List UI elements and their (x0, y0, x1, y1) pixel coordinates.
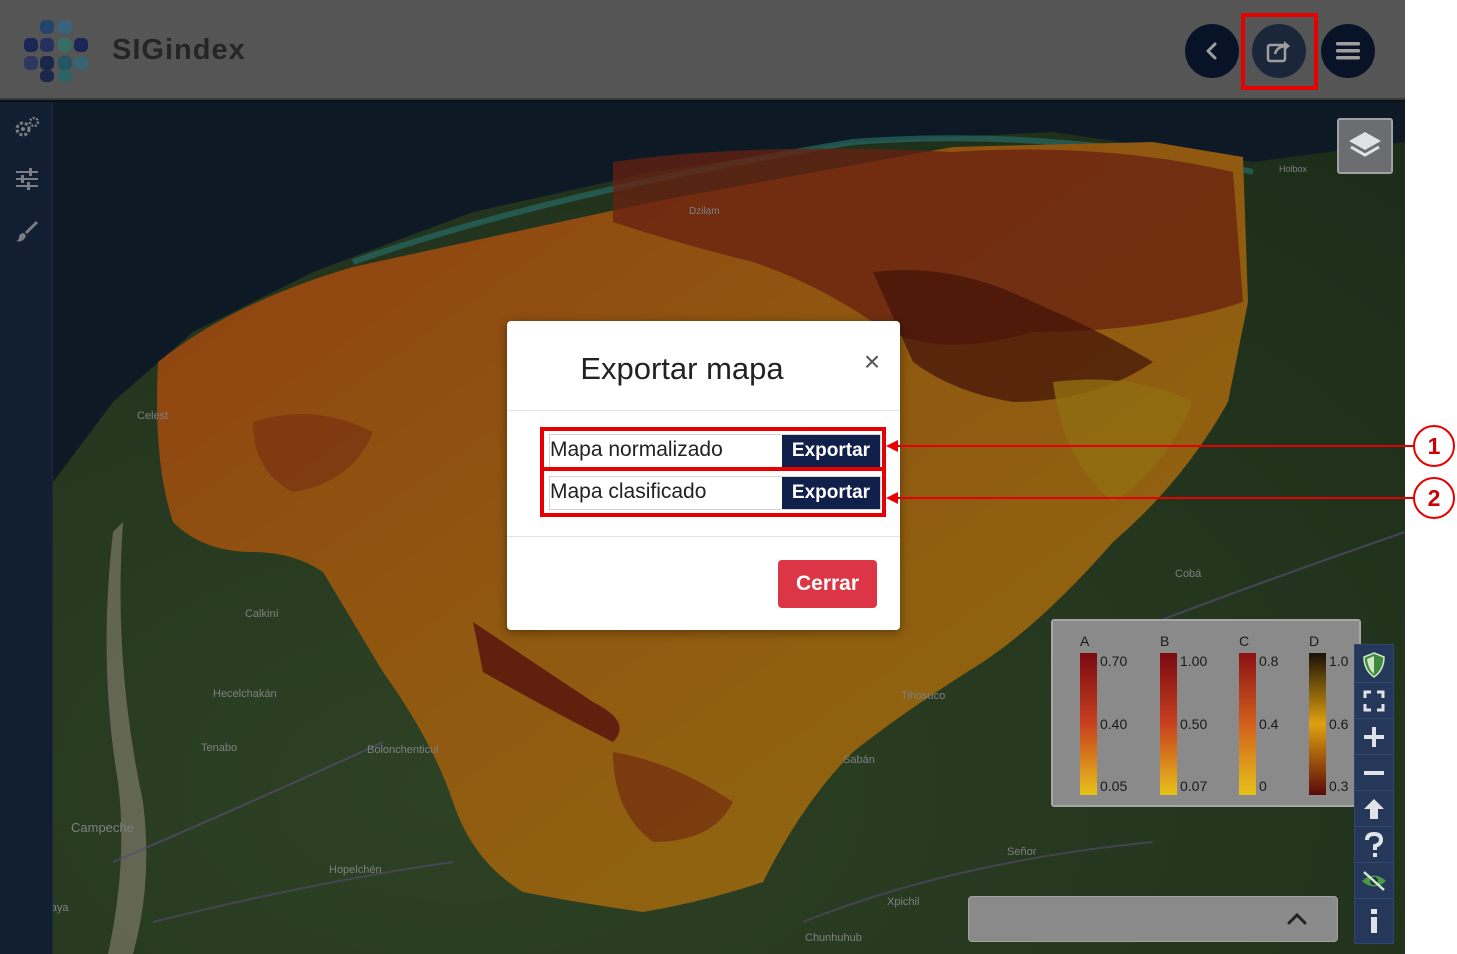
eye-slash-icon (1362, 870, 1386, 891)
style-tool-button[interactable] (12, 216, 42, 246)
layers-button[interactable] (1337, 118, 1393, 174)
legend-min: 0.05 (1100, 778, 1128, 794)
legend-gradient-bar (1080, 653, 1097, 795)
paintbrush-icon (16, 221, 38, 242)
dialog-divider (507, 410, 900, 411)
close-dialog-button[interactable]: Cerrar (778, 560, 877, 608)
callout-line-1 (896, 445, 1414, 447)
place-label-xpichil: Xpichil (887, 896, 920, 908)
minus-icon (1364, 770, 1384, 775)
callout-line-2 (896, 497, 1414, 499)
legend-column-c: C 0.8 0.4 0 (1239, 633, 1299, 798)
question-icon (1365, 831, 1384, 857)
legend-max: 1.00 (1180, 653, 1208, 669)
info-icon (1371, 909, 1377, 933)
place-label-hecelchakan: Hecelchakán (213, 688, 277, 700)
legend-letter: B (1160, 633, 1170, 649)
left-toolbar (0, 102, 53, 954)
arrow-up-icon (1364, 798, 1384, 819)
shield-icon (1363, 651, 1385, 678)
highlight-row-1 (540, 427, 886, 471)
legend-letter: C (1239, 633, 1250, 649)
place-label-celestun: Celest (137, 410, 169, 422)
app-header: SIGindex (0, 0, 1405, 100)
sliders-icon (16, 168, 38, 190)
fullscreen-icon (1363, 690, 1385, 711)
shield-button[interactable] (1355, 647, 1393, 683)
fullscreen-button[interactable] (1355, 683, 1393, 719)
place-label-tenabo: Tenabo (201, 742, 238, 754)
place-label-coba: Cobá (1175, 568, 1202, 580)
legend-column-a: A 0.70 0.40 0.05 (1080, 633, 1140, 798)
dialog-close-button[interactable]: × (857, 347, 887, 377)
zoom-in-button[interactable] (1355, 719, 1393, 755)
place-label-tihosuco: Tihosuco (901, 690, 946, 702)
place-label-bolonchen: Bolonchenticul (367, 744, 439, 756)
sigindex-logo (22, 18, 92, 84)
legend-gradient-bar (1309, 653, 1326, 795)
help-button[interactable] (1355, 827, 1393, 863)
legend-letter: D (1309, 633, 1320, 649)
callout-marker-2: 2 (1413, 477, 1455, 519)
zoom-out-button[interactable] (1355, 755, 1393, 791)
place-label-saban: Sabán (843, 754, 875, 766)
hide-button[interactable] (1355, 863, 1393, 899)
map-controls (1354, 644, 1394, 944)
plus-icon (1364, 726, 1384, 747)
menu-button[interactable] (1321, 24, 1375, 78)
back-button[interactable] (1185, 24, 1239, 78)
legend-max: 0.70 (1100, 653, 1128, 669)
dialog-title: Exportar mapa (580, 351, 784, 386)
legend-min: 0.3 (1329, 778, 1349, 794)
callout-marker-1: 1 (1413, 425, 1455, 467)
legend-mid: 0.4 (1259, 716, 1279, 732)
dialog-divider (507, 536, 900, 537)
layers-icon (1349, 132, 1381, 157)
legend-gradient-bar (1160, 653, 1177, 795)
legend-max: 0.8 (1259, 653, 1279, 669)
filters-tool-button[interactable] (12, 164, 42, 194)
legend-min: 0 (1259, 778, 1267, 794)
legend-mid: 0.40 (1100, 716, 1128, 732)
chevron-up-icon (1287, 912, 1307, 925)
highlight-share-button (1241, 13, 1318, 90)
map-legend: A 0.70 0.40 0.05 B 1.00 0.50 0.07 C 0.8 … (1051, 619, 1361, 807)
hamburger-menu-icon (1336, 42, 1360, 60)
legend-mid: 0.50 (1180, 716, 1208, 732)
legend-gradient-bar (1239, 653, 1256, 795)
legend-column-b: B 1.00 0.50 0.07 (1160, 633, 1220, 798)
settings-tool-button[interactable] (12, 112, 42, 142)
place-label-calkini: Calkiní (245, 608, 279, 620)
bottom-drawer (968, 896, 1338, 942)
place-label-holbox: Holbox (1279, 164, 1308, 174)
place-label-campeche: Campeche (71, 820, 134, 835)
place-label-hopelchen: Hopelchén (329, 864, 382, 876)
north-button[interactable] (1355, 791, 1393, 827)
info-button[interactable] (1355, 903, 1393, 939)
chevron-left-icon (1206, 42, 1217, 60)
legend-letter: A (1080, 633, 1090, 649)
legend-max: 1.0 (1329, 653, 1349, 669)
drawer-toggle-button[interactable] (1279, 905, 1315, 933)
logo-text: SIGindex (112, 34, 246, 66)
legend-mid: 0.6 (1329, 716, 1349, 732)
place-label-chunhuhub: Chunhuhub (805, 932, 862, 944)
legend-min: 0.07 (1180, 778, 1208, 794)
gears-icon (15, 116, 40, 137)
place-label-senor: Señor (1007, 846, 1037, 858)
place-label-dzilam: Dzilam (689, 206, 720, 217)
